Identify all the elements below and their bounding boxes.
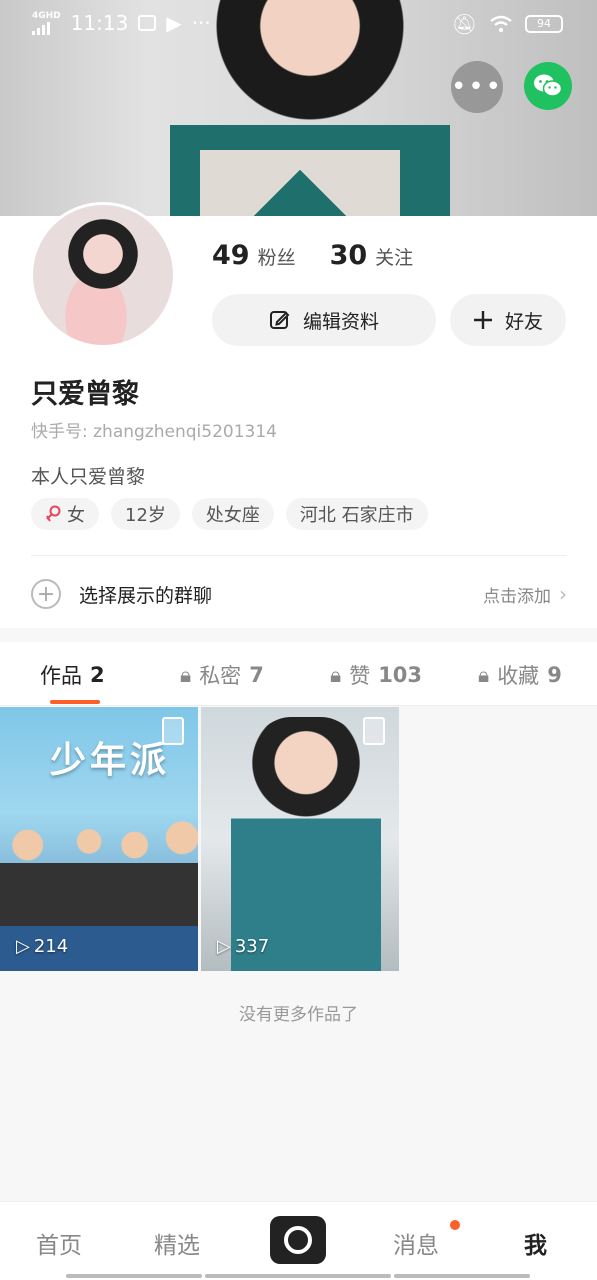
nav-messages[interactable]: 消息 <box>393 1226 439 1260</box>
video-cover-title: 少年派 <box>50 740 171 781</box>
signal-icon <box>32 21 61 35</box>
tab-favorites[interactable]: 🔒︎ 收藏 9 <box>478 660 562 690</box>
group-chat-row[interactable]: + 选择展示的群聊 点击添加 › <box>31 572 567 616</box>
bio-text: 本人只爱曾黎 <box>31 466 146 488</box>
video-thumbnail <box>231 717 381 971</box>
tab-likes[interactable]: 🔒︎ 赞 103 <box>330 660 422 690</box>
add-friend-button[interactable]: 好友 <box>450 294 566 346</box>
edit-icon <box>269 311 290 329</box>
mute-icon: 🔕︎ <box>451 12 477 36</box>
add-circle-icon: + <box>31 579 61 609</box>
avatar[interactable] <box>30 202 176 348</box>
tab-works[interactable]: 作品 2 <box>40 660 105 690</box>
unread-dot <box>450 1220 460 1230</box>
active-tab-indicator <box>50 700 100 704</box>
wechat-share-button[interactable] <box>524 62 572 110</box>
divider <box>31 555 567 556</box>
app-notification-icon <box>138 15 157 31</box>
video-tile[interactable]: 少年派 ▷ 214 <box>0 707 198 971</box>
battery-icon: 94 <box>525 15 563 33</box>
more-notifications-icon: ··· <box>191 11 211 35</box>
bottom-navigation: 首页 精选 消息 我 <box>0 1201 597 1280</box>
followers-stat[interactable]: 49 粉丝 <box>212 240 296 271</box>
more-options-button[interactable]: ••• <box>451 61 503 113</box>
lock-icon: 🔒︎ <box>478 662 490 687</box>
chevron-right-icon: › <box>559 582 567 606</box>
video-grid: 少年派 ▷ 214 ▷ 337 <box>0 707 597 971</box>
nav-me[interactable]: 我 <box>524 1226 547 1260</box>
location-tag[interactable]: 河北 石家庄市 <box>285 498 428 530</box>
camera-button[interactable] <box>270 1216 326 1264</box>
plus-icon <box>473 311 492 329</box>
tab-private[interactable]: 🔒︎ 私密 7 <box>180 660 264 690</box>
play-icon: ▷ <box>217 936 231 957</box>
username: 只爱曾黎 <box>31 379 139 410</box>
add-group-link[interactable]: 点击添加 › <box>483 582 567 607</box>
content-tabs: 作品 2 🔒︎ 私密 7 🔒︎ 赞 103 🔒︎ 收藏 9 <box>0 642 597 706</box>
wechat-icon <box>534 74 563 97</box>
following-stat[interactable]: 30 关注 <box>330 240 414 271</box>
more-icon: ••• <box>451 72 504 102</box>
gender-tag[interactable]: 女 <box>31 498 99 530</box>
profile-stats: 49 粉丝 30 关注 <box>212 240 413 271</box>
edit-profile-button[interactable]: 编辑资料 <box>212 294 436 346</box>
zodiac-tag[interactable]: 处女座 <box>191 498 274 530</box>
clock: 11:13 <box>70 11 129 35</box>
network-indicator: 4GHD <box>32 11 61 35</box>
video-tile[interactable]: ▷ 337 <box>201 707 399 971</box>
cover-badge-icon <box>363 717 385 745</box>
female-icon <box>46 505 61 522</box>
nav-featured[interactable]: 精选 <box>154 1226 200 1260</box>
lock-icon: 🔒︎ <box>330 662 342 687</box>
profile-card: 49 粉丝 30 关注 编辑资料 好友 只爱曾黎 快手号: zhangzhenqi5… <box>0 202 597 628</box>
age-tag[interactable]: 12岁 <box>111 498 180 530</box>
cover-badge-icon <box>162 717 184 745</box>
status-bar: 4GHD 11:13 ▶ ··· 🔕︎ 94 <box>0 0 597 46</box>
wifi-icon <box>490 15 512 33</box>
lock-icon: 🔒︎ <box>180 662 192 687</box>
video-notification-icon: ▶ <box>166 11 182 35</box>
nav-home[interactable]: 首页 <box>36 1226 82 1260</box>
camera-icon <box>284 1226 312 1254</box>
play-count: ▷ 337 <box>217 936 270 957</box>
play-icon: ▷ <box>16 936 30 957</box>
end-of-list-text: 没有更多作品了 <box>239 1005 358 1025</box>
home-indicator <box>66 1274 202 1278</box>
kuaishou-id[interactable]: 快手号: zhangzhenqi5201314 <box>31 417 277 442</box>
play-count: ▷ 214 <box>16 936 69 957</box>
profile-tags: 女 12岁 处女座 河北 石家庄市 <box>31 498 428 530</box>
